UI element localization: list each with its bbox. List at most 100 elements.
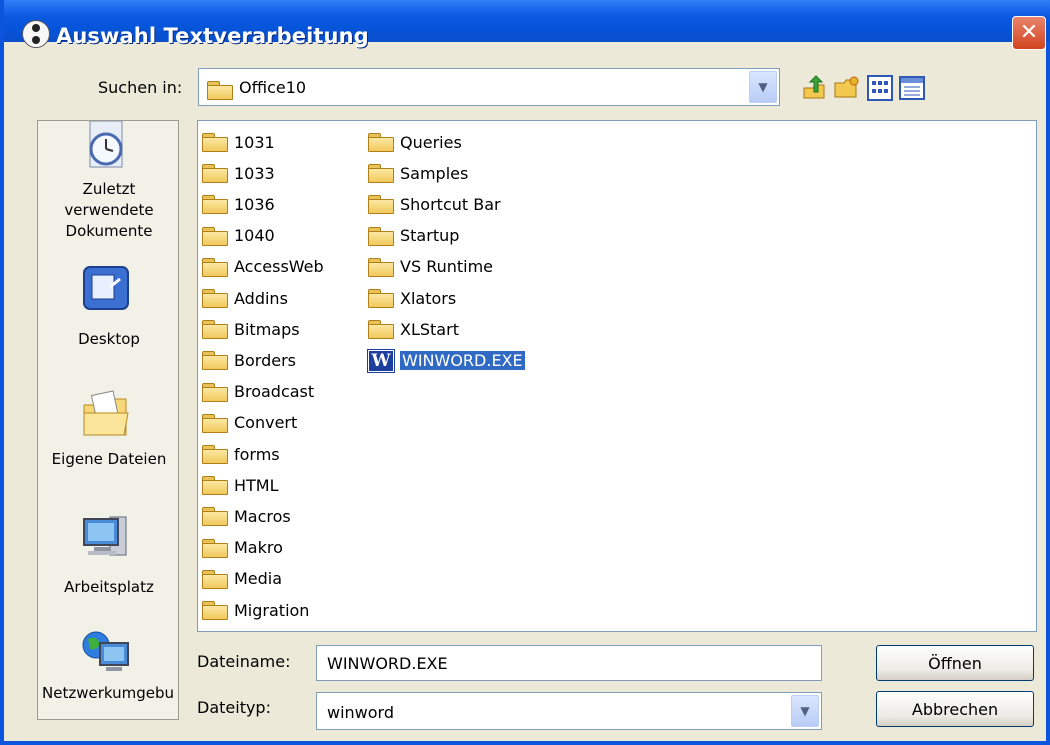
folder-item-label: AccessWeb xyxy=(234,257,324,277)
details-view-icon[interactable] xyxy=(898,74,926,102)
place-label-line: verwendete xyxy=(64,201,154,219)
place-label-desktop: Desktop xyxy=(78,330,140,348)
folder-item-label: Bitmaps xyxy=(234,319,300,339)
places-bar: Zuletzt verwendete Dokumente Desktop Eig… xyxy=(37,120,179,720)
folder-item-label: Macros xyxy=(234,506,291,526)
folder-item[interactable]: 1036 xyxy=(202,191,275,217)
folder-icon xyxy=(368,257,396,277)
folder-item[interactable]: Macros xyxy=(202,503,291,529)
folder-icon xyxy=(202,538,230,558)
folder-item-label: Samples xyxy=(400,163,469,183)
title-bar[interactable]: Auswahl Textverarbeitung ✕ xyxy=(4,0,1050,50)
folder-item[interactable]: Addins xyxy=(202,285,288,311)
folder-icon xyxy=(202,163,230,184)
folder-icon xyxy=(368,132,396,152)
folder-icon xyxy=(368,288,396,308)
folder-icon xyxy=(202,288,230,308)
folder-item[interactable]: 1033 xyxy=(202,160,275,186)
list-view-icon[interactable] xyxy=(866,74,894,102)
folder-icon xyxy=(202,319,230,340)
filename-input[interactable]: WINWORD.EXE xyxy=(316,645,822,681)
lookin-value: Office10 xyxy=(239,78,307,97)
folder-icon xyxy=(202,132,230,152)
word-icon-letter: W xyxy=(367,349,395,373)
filetype-dropdown[interactable]: winword ▼ xyxy=(316,692,822,730)
folder-item[interactable]: Bitmaps xyxy=(202,316,300,342)
folder-icon xyxy=(368,194,396,215)
folder-item[interactable]: Shortcut Bar xyxy=(368,191,501,217)
folder-icon xyxy=(202,226,230,246)
folder-item[interactable]: Samples xyxy=(368,160,468,186)
folder-icon xyxy=(202,475,230,496)
folder-icon xyxy=(202,413,230,433)
folder-icon xyxy=(368,226,396,246)
folder-item-label: 1031 xyxy=(234,132,275,152)
folder-item[interactable]: 1040 xyxy=(202,223,275,249)
place-label-network: Netzwerkumgebu xyxy=(42,684,174,702)
chevron-down-icon[interactable]: ▼ xyxy=(749,71,777,103)
window-title: Auswahl Textverarbeitung xyxy=(56,24,369,48)
folder-item-label: Queries xyxy=(400,132,462,152)
folder-item-label: 1033 xyxy=(234,163,275,183)
folder-item-label: VS Runtime xyxy=(400,257,494,277)
folder-item-label: Startup xyxy=(400,226,460,246)
folder-icon xyxy=(368,319,396,340)
file-open-dialog: Auswahl Textverarbeitung ✕ Suchen in: Of… xyxy=(0,0,1050,745)
folder-item-label: Makro xyxy=(234,538,283,558)
folder-item[interactable]: Startup xyxy=(368,223,459,249)
open-button[interactable]: Öffnen xyxy=(876,645,1034,681)
file-list[interactable]: W WINWORD.EXE 1031 1033 1036 1040 AccessWeb A… xyxy=(197,120,1037,632)
word-document-icon: W xyxy=(367,349,396,373)
file-item-selected[interactable]: W WINWORD.EXE xyxy=(367,347,525,373)
folder-item-label: XLStart xyxy=(400,319,459,339)
file-item-label: WINWORD.EXE xyxy=(400,350,525,370)
folder-item-label: Addins xyxy=(234,288,288,308)
folder-item-label: Borders xyxy=(234,350,296,370)
folder-icon xyxy=(368,163,396,184)
folder-item[interactable]: Makro xyxy=(202,535,283,561)
folder-icon xyxy=(202,506,230,527)
folder-icon xyxy=(202,382,230,402)
folder-icon xyxy=(207,81,233,100)
folder-item[interactable]: Xlators xyxy=(368,285,456,311)
folder-item[interactable]: 1031 xyxy=(202,129,275,155)
folder-item[interactable]: Queries xyxy=(368,129,462,155)
filename-label: Dateiname: xyxy=(197,652,291,671)
folder-item-label: 1040 xyxy=(234,226,275,246)
folder-item[interactable]: Broadcast xyxy=(202,379,314,405)
folder-item-label: Convert xyxy=(234,413,298,433)
lookin-dropdown[interactable]: Office10 ▼ xyxy=(198,68,780,106)
folder-item-label: 1036 xyxy=(234,194,275,214)
place-label-my-documents: Eigene Dateien xyxy=(51,450,167,468)
filetype-label: Dateityp: xyxy=(197,698,271,717)
folder-item[interactable]: Migration xyxy=(202,597,309,623)
close-button[interactable]: ✕ xyxy=(1012,16,1046,50)
my-computer-icon xyxy=(83,516,127,556)
network-icon xyxy=(82,631,129,671)
folder-item[interactable]: Convert xyxy=(202,410,297,436)
folder-item[interactable]: VS Runtime xyxy=(368,254,493,280)
folder-icon xyxy=(202,257,230,277)
folder-item[interactable]: Media xyxy=(202,566,282,592)
chevron-down-icon[interactable]: ▼ xyxy=(791,695,819,727)
new-folder-icon[interactable] xyxy=(832,74,860,102)
place-label-my-computer: Arbeitsplatz xyxy=(64,578,154,596)
folder-item[interactable]: XLStart xyxy=(368,316,459,342)
folder-item[interactable]: AccessWeb xyxy=(202,254,324,280)
folder-item-label: Migration xyxy=(234,600,310,620)
folder-item-label: Shortcut Bar xyxy=(400,194,501,214)
soccer-ball-icon xyxy=(22,20,50,48)
folder-icon xyxy=(202,350,230,371)
folder-item-label: HTML xyxy=(234,475,279,495)
folder-icon xyxy=(202,569,230,589)
cancel-button[interactable]: Abbrechen xyxy=(876,691,1034,727)
folder-item[interactable]: HTML xyxy=(202,472,279,498)
my-documents-icon xyxy=(83,390,129,436)
folder-item[interactable]: forms xyxy=(202,441,280,467)
back-up-folder-icon[interactable] xyxy=(800,74,828,102)
filename-value: WINWORD.EXE xyxy=(327,654,448,673)
folder-item[interactable]: Borders xyxy=(202,347,296,373)
folder-icon xyxy=(202,600,230,620)
folder-item-label: Broadcast xyxy=(234,382,315,402)
recent-documents-icon xyxy=(89,121,123,168)
